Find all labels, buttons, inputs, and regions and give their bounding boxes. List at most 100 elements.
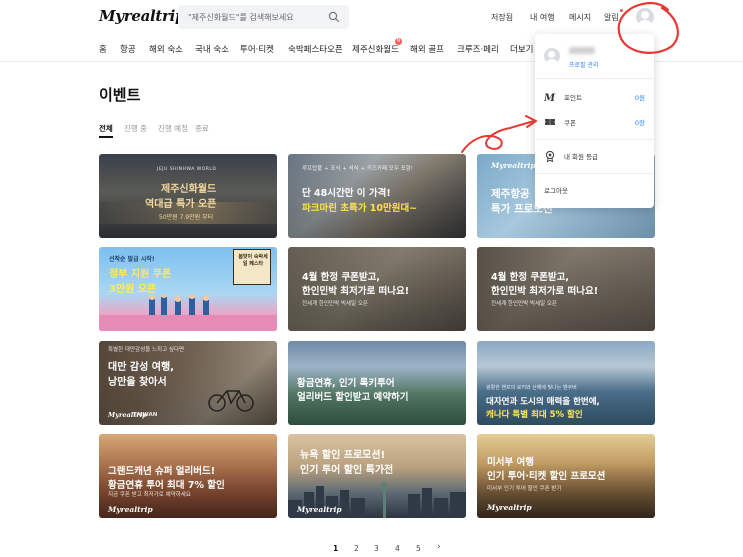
event-card-new-york[interactable]: 뉴욕 할인 프로모션! 인기 투어 할인 특가전 Myrealtrip <box>288 434 466 518</box>
card-subtitle: 한인민박 최저가로 떠나요! <box>491 286 599 297</box>
event-card-grand-canyon[interactable]: 그랜드캐년 슈퍼 얼리버드! 황금연휴 투어 최대 7% 할인 지금 쿠폰 받고… <box>99 434 277 518</box>
tab-upcoming[interactable]: 진행 예정 <box>158 123 188 134</box>
card-top-text: 특별한 대만감성을 느끼고 싶다면 <box>108 347 185 353</box>
people-illustration <box>99 295 277 331</box>
card-brand: Myrealtrip <box>297 505 342 514</box>
nav-item-tour-ticket[interactable]: 투어·티켓 <box>240 43 274 55</box>
card-caption: 지금 쿠폰 받고 최저가로 예약하세요 <box>108 492 191 498</box>
card-top-text: 선착순 발급 시작! <box>109 256 155 263</box>
card-brand: Myrealtrip <box>487 503 532 512</box>
card-caption: 미서부 인기 투어 할인 쿠폰 받기 <box>487 486 562 492</box>
user-name-redacted <box>569 47 595 54</box>
card-title: 대자연과 도시의 매력을 한번에, <box>486 397 600 407</box>
search-bar[interactable] <box>178 5 349 29</box>
nav-item-cruise-ferry[interactable]: 크루즈·페리 <box>457 43 499 55</box>
points-icon: M <box>544 93 556 103</box>
card-title: 그랜드캐년 슈퍼 얼리버드! <box>108 466 216 477</box>
card-partner: TAIWAN <box>133 412 158 418</box>
nav-item-stay-festa[interactable]: 숙박페스타오픈 <box>288 43 343 55</box>
annotation-arrow <box>461 120 535 153</box>
card-subtitle: 황금연휴 투어 최대 7% 할인 <box>108 480 225 491</box>
page-4[interactable]: 4 <box>395 544 400 553</box>
card-subtitle: 낭만을 찾아서 <box>108 377 167 388</box>
event-card-gov-coupon[interactable]: 선착순 발급 시작! 정부 지원 쿠폰 3만원 오픈 봄맞이 숙박세일 페스타 <box>99 247 277 331</box>
event-card-canada[interactable]: 광활한 밴프의 로키와 산해에 빛나는 밴쿠버 대자연과 도시의 매력을 한번에… <box>477 341 655 425</box>
card-brand: Myrealtrip <box>108 505 153 514</box>
menu-item-points[interactable]: M 포인트 0원 <box>535 90 654 104</box>
nav-item-flights[interactable]: 항공 <box>120 43 136 55</box>
page-2[interactable]: 2 <box>354 544 359 553</box>
points-value: 0원 <box>634 94 645 102</box>
festa-logo: 봄맞이 숙박세일 페스타 <box>233 249 271 285</box>
page-title: 이벤트 <box>99 86 141 104</box>
event-card-us-west[interactable]: 미서부 여행 인기 투어·티켓 할인 프로모션 미서부 인기 투어 할인 쿠폰 … <box>477 434 655 518</box>
page-1[interactable]: 1 <box>333 544 338 553</box>
event-card-park-marine[interactable]: 루프탑풀 + 조식 + 석식 + 키즈카페 모두 포함! 단 48시간만 이 가… <box>288 154 466 238</box>
event-card-jeju-shinhwa[interactable]: JEJU SHINHWA WORLD 제주신화월드 역대급 특가 오픈 50만원… <box>99 154 277 238</box>
tab-ongoing[interactable]: 진행 중 <box>124 123 147 134</box>
page-3[interactable]: 3 <box>374 544 379 553</box>
bicycle-illustration <box>208 390 254 412</box>
next-page-button[interactable]: › <box>437 542 441 552</box>
card-subtitle: 인기 투어·티켓 할인 프로모션 <box>487 471 606 482</box>
card-title: 4월 한정 쿠폰받고, <box>491 272 570 283</box>
coupons-value: 0장 <box>634 119 645 127</box>
event-card-taiwan[interactable]: 특별한 대만감성을 느끼고 싶다면 대만 감성 여행, 낭만을 찾아서 Myre… <box>99 341 277 425</box>
menu-item-logout[interactable]: 로그아웃 <box>535 183 654 197</box>
search-icon[interactable] <box>328 11 340 23</box>
profile-manage-link[interactable]: 프로필 관리 <box>569 60 599 69</box>
card-title: 대만 감성 여행, <box>108 362 174 373</box>
event-card-minbak-1[interactable]: 4월 한정 쿠폰받고, 한인민박 최저가로 떠나요! 전세계 한인민박 빅세일 … <box>288 247 466 331</box>
tab-ended[interactable]: 종료 <box>195 123 209 134</box>
medal-icon <box>545 150 555 162</box>
nav-item-domestic-stay[interactable]: 국내 숙소 <box>195 43 229 55</box>
card-top-text: 광활한 밴프의 로키와 산해에 빛나는 밴쿠버 <box>486 385 577 391</box>
avatar[interactable] <box>636 8 654 26</box>
divider <box>535 173 654 174</box>
card-top-text: 루프탑풀 + 조식 + 석식 + 키즈카페 모두 포함! <box>302 166 413 172</box>
menu-item-membership-tier[interactable]: 내 회원 등급 <box>535 149 654 163</box>
card-title: 제주신화월드 <box>161 184 217 195</box>
alarm-dot <box>620 9 623 12</box>
points-label: 포인트 <box>564 94 582 102</box>
card-brand: Myrealtrip <box>491 161 536 170</box>
logo[interactable]: Myrealtrip <box>99 7 186 25</box>
nav-item-overseas-stay[interactable]: 해외 숙소 <box>149 43 183 55</box>
card-caption: 전세계 한인민박 빅세일 오픈 <box>302 301 368 307</box>
divider <box>535 139 654 140</box>
menu-item-coupons[interactable]: 쿠폰 0장 <box>535 115 654 129</box>
card-subtitle: 얼리버드 할인받고 예약하기 <box>297 392 409 403</box>
my-trips-link[interactable]: 내 여행 <box>530 12 555 23</box>
header: Myrealtrip 저장됨 내 여행 메시지 알림 <box>0 0 743 34</box>
alarm-link[interactable]: 알림 <box>604 12 619 23</box>
card-title: 4월 한정 쿠폰받고, <box>302 272 381 283</box>
nav-item-more[interactable]: 더보기 <box>510 43 533 55</box>
messages-link[interactable]: 메시지 <box>569 12 591 23</box>
card-subtitle: 캐나다 특별 최대 5% 할인 <box>486 410 583 420</box>
nav-item-jeju-shinhwa[interactable]: 제주신화월드 <box>352 43 399 55</box>
nav-item-overseas-golf[interactable]: 해외 골프 <box>410 43 444 55</box>
page-5[interactable]: 5 <box>416 544 421 553</box>
card-subtitle: 한인민박 최저가로 떠나요! <box>302 286 410 297</box>
dropdown-avatar <box>544 48 560 64</box>
tab-all[interactable]: 전체 <box>99 123 113 134</box>
profile-dropdown: 프로필 관리 M 포인트 0원 쿠폰 0장 내 회원 등급 로그아웃 <box>535 34 654 208</box>
saved-link[interactable]: 저장됨 <box>491 12 513 23</box>
event-card-minbak-2[interactable]: 4월 한정 쿠폰받고, 한인민박 최저가로 떠나요! 전세계 한인민박 빅세일 … <box>477 247 655 331</box>
card-subtitle: 파크마린 초특가 10만원대~ <box>302 203 418 214</box>
tab-underline <box>99 136 113 138</box>
card-title: 황금연휴, 인기 록키투어 <box>297 378 395 389</box>
search-input[interactable] <box>188 12 328 22</box>
card-caption: 전세계 한인민박 빅세일 오픈 <box>491 301 557 307</box>
card-top-text: JEJU SHINHWA WORLD <box>157 167 217 172</box>
coupon-icon <box>545 119 555 125</box>
svg-text:M: M <box>544 93 556 103</box>
card-subtitle: 3만원 오픈 <box>109 284 157 295</box>
tier-label: 내 회원 등급 <box>564 153 599 161</box>
nav-item-home[interactable]: 홈 <box>99 43 107 55</box>
new-badge: N <box>395 38 402 45</box>
divider <box>535 78 654 79</box>
card-title: 단 48시간만 이 가격! <box>302 188 391 199</box>
event-card-rockies[interactable]: 황금연휴, 인기 록키투어 얼리버드 할인받고 예약하기 <box>288 341 466 425</box>
card-title: 정부 지원 쿠폰 <box>109 269 172 280</box>
